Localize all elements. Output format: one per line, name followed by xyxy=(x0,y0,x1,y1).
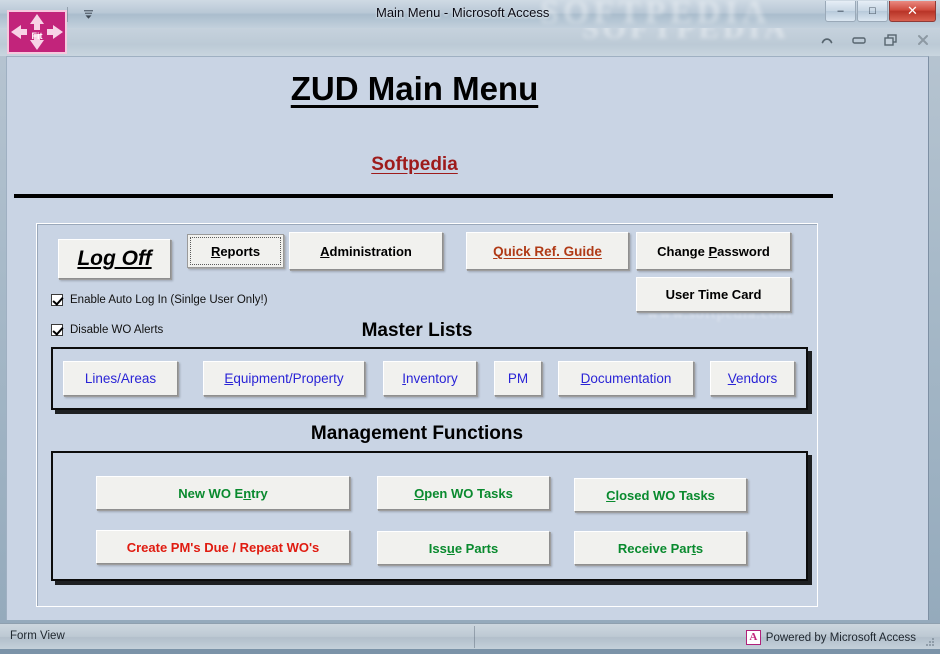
issue-parts-button-label: Issue Parts xyxy=(428,540,499,556)
maximize-button[interactable]: □ xyxy=(857,1,888,22)
customize-qat-icon[interactable] xyxy=(75,3,101,25)
inventory-button[interactable]: Inventory xyxy=(383,361,477,396)
master-lists-heading: Master Lists xyxy=(361,320,473,341)
disable-wo-alerts-label: Disable WO Alerts xyxy=(70,324,164,336)
status-bar: Form View A Powered by Microsoft Access xyxy=(0,623,940,650)
access-logo-icon: A xyxy=(745,630,761,645)
reports-button[interactable]: Reports xyxy=(187,234,284,268)
fit-overlay-badge[interactable]: Fit xyxy=(7,10,67,54)
create-pms-due-button-label: Create PM's Due / Repeat WO's xyxy=(126,539,320,555)
title-bar: SOFTPEDIA Main Menu - Microsoft Access –… xyxy=(0,0,940,29)
toolbar-separator xyxy=(67,6,68,22)
closed-wo-tasks-button-label: Closed WO Tasks xyxy=(606,487,715,503)
receive-parts-button[interactable]: Receive Parts xyxy=(574,531,747,565)
new-wo-entry-button-label: New WO Entry xyxy=(178,485,268,501)
equipment-property-button-label: Equipment/Property xyxy=(224,371,344,386)
closed-wo-tasks-button[interactable]: Closed WO Tasks xyxy=(574,478,747,512)
change-password-button[interactable]: Change Password xyxy=(636,232,791,270)
document-restore-button[interactable] xyxy=(882,31,900,49)
access-application-window: SOFTPEDIA Main Menu - Microsoft Access –… xyxy=(0,0,940,654)
document-window-bar: SOFTPEDIA xyxy=(0,28,940,56)
pm-button[interactable]: PM xyxy=(494,361,542,396)
minimize-button[interactable]: – xyxy=(825,1,856,22)
document-minimize-button[interactable] xyxy=(850,31,868,49)
user-time-card-button-label: User Time Card xyxy=(665,287,762,302)
desktop-strip xyxy=(0,649,940,654)
documentation-button[interactable]: Documentation xyxy=(558,361,694,396)
open-wo-tasks-button-label: Open WO Tasks xyxy=(414,485,513,501)
window-title: Main Menu - Microsoft Access xyxy=(376,5,550,20)
receive-parts-button-label: Receive Parts xyxy=(617,540,704,556)
quick-ref-guide-button-label: Quick Ref. Guide xyxy=(493,243,602,259)
document-close-button[interactable] xyxy=(914,31,932,49)
management-functions-heading: Management Functions xyxy=(310,423,524,444)
status-separator xyxy=(474,626,475,648)
close-button[interactable]: ✕ xyxy=(889,1,936,22)
powered-by-group: A Powered by Microsoft Access xyxy=(745,630,916,645)
lines-areas-button[interactable]: Lines/Areas xyxy=(63,361,178,396)
pm-button-label: PM xyxy=(507,371,529,386)
new-wo-entry-button[interactable]: New WO Entry xyxy=(96,476,350,510)
documentation-button-label: Documentation xyxy=(580,371,672,386)
collapse-ribbon-button[interactable] xyxy=(818,31,836,49)
create-pms-due-button[interactable]: Create PM's Due / Repeat WO's xyxy=(96,530,350,564)
svg-text:Fit: Fit xyxy=(32,31,43,41)
lines-areas-button-label: Lines/Areas xyxy=(84,371,157,386)
issue-parts-button[interactable]: Issue Parts xyxy=(377,531,550,565)
enable-auto-login-label: Enable Auto Log In (Sinlge User Only!) xyxy=(70,294,268,306)
document-window-controls[interactable] xyxy=(818,31,932,49)
checkbox-box-disable-wo-alerts[interactable] xyxy=(51,324,63,336)
checkbox-box-enable-auto-login[interactable] xyxy=(51,294,63,306)
powered-by-label: Powered by Microsoft Access xyxy=(765,631,916,644)
change-password-button-label: Change Password xyxy=(657,243,770,259)
open-wo-tasks-button[interactable]: Open WO Tasks xyxy=(377,476,550,510)
administration-button-label: Administration xyxy=(320,243,412,259)
enable-auto-login-checkbox[interactable]: Enable Auto Log In (Sinlge User Only!) xyxy=(51,294,268,306)
vendors-button[interactable]: Vendors xyxy=(710,361,795,396)
reports-button-label: Reports xyxy=(210,243,261,259)
user-time-card-button[interactable]: User Time Card xyxy=(636,277,791,312)
vendors-button-label: Vendors xyxy=(727,371,778,386)
log-off-button-label: Log Off xyxy=(77,247,152,270)
resize-grip-icon xyxy=(926,638,934,646)
page-title: ZUD Main Menu xyxy=(290,70,539,107)
quick-ref-guide-button[interactable]: Quick Ref. Guide xyxy=(466,232,629,270)
window-chrome: SOFTPEDIA Main Menu - Microsoft Access –… xyxy=(0,0,940,654)
header-divider xyxy=(14,194,833,198)
disable-wo-alerts-checkbox[interactable]: Disable WO Alerts xyxy=(51,324,163,336)
softpedia-link[interactable]: Softpedia xyxy=(7,154,822,176)
window-controls[interactable]: – □ ✕ xyxy=(825,1,936,22)
administration-button[interactable]: Administration xyxy=(289,232,443,270)
equipment-property-button[interactable]: Equipment/Property xyxy=(203,361,365,396)
form-canvas: Softpedia www.softpedia.com ZUD Main Men… xyxy=(6,56,929,620)
inventory-button-label: Inventory xyxy=(402,371,458,386)
view-mode-label: Form View xyxy=(10,630,65,642)
log-off-button[interactable]: Log Off xyxy=(58,239,171,279)
